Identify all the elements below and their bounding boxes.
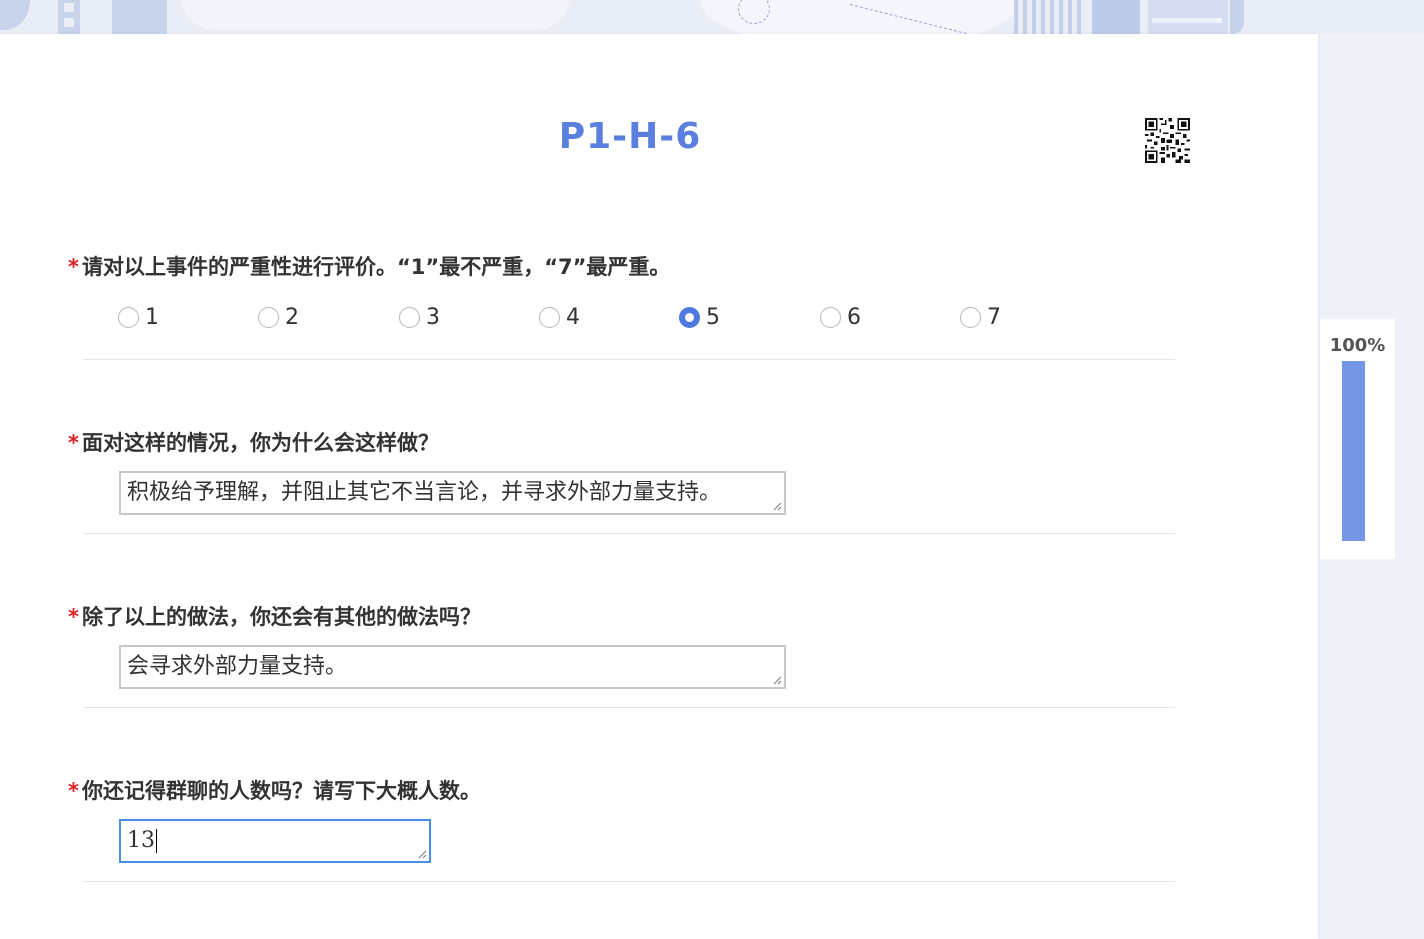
radio-label: 2: [285, 304, 299, 330]
question-title: * 你还记得群聊的人数吗？请写下大概人数。: [68, 778, 1175, 804]
radio-label: 4: [566, 304, 580, 330]
question-group-size: * 你还记得群聊的人数吗？请写下大概人数。: [68, 778, 1175, 804]
group-size-textarea[interactable]: 13: [119, 819, 431, 863]
question-text: 除了以上的做法，你还会有其他的做法吗？: [81, 605, 481, 629]
divider: [83, 707, 1175, 708]
question-other-actions: * 除了以上的做法，你还会有其他的做法吗？: [68, 604, 1175, 630]
radio-label: 3: [426, 304, 440, 330]
banner-decoration: [58, 0, 80, 34]
question-title: * 除了以上的做法，你还会有其他的做法吗？: [68, 604, 1175, 630]
radio-option-3[interactable]: 3: [399, 302, 440, 332]
radio-button[interactable]: [820, 306, 841, 328]
header-banner: [0, 0, 1424, 34]
divider: [83, 533, 1175, 534]
textarea-value: 积极给予理解，并阻止其它不当言论，并寻求外部力量支持。: [127, 480, 722, 505]
required-mark: *: [68, 779, 79, 803]
question-title: * 面对这样的情况，你为什么会这样做？: [68, 430, 1175, 456]
radio-label: 6: [847, 304, 861, 330]
qr-code-icon[interactable]: [1145, 118, 1190, 163]
text-caret: [156, 829, 157, 853]
textarea-value: 13: [127, 828, 155, 853]
question-reason: * 面对这样的情况，你为什么会这样做？: [68, 430, 1175, 456]
radio-button[interactable]: [399, 306, 420, 328]
question-text: 请对以上事件的严重性进行评价。“1”最不严重，“7”最严重。: [81, 255, 671, 279]
divider: [83, 359, 1175, 360]
required-mark: *: [68, 431, 79, 455]
question-title: * 请对以上事件的严重性进行评价。“1”最不严重，“7”最严重。: [68, 254, 1175, 280]
progress-panel: 100%: [1320, 319, 1395, 559]
radio-label: 5: [706, 304, 720, 330]
progress-track: [1342, 361, 1365, 541]
progress-percent: 100%: [1329, 335, 1386, 356]
resize-grip-icon[interactable]: [417, 849, 427, 859]
radio-label: 7: [987, 304, 1001, 330]
banner-decoration: [1092, 0, 1140, 34]
resize-grip-icon[interactable]: [772, 501, 782, 511]
survey-title: P1-H-6: [558, 116, 702, 157]
question-text: 面对这样的情况，你为什么会这样做？: [81, 431, 439, 455]
required-mark: *: [68, 255, 79, 279]
resize-grip-icon[interactable]: [772, 675, 782, 685]
banner-decoration: [0, 0, 30, 30]
banner-decoration: [1148, 0, 1228, 34]
radio-button[interactable]: [118, 306, 139, 328]
radio-button[interactable]: [679, 306, 700, 328]
banner-decoration: [112, 0, 167, 34]
required-mark: *: [68, 605, 79, 629]
radio-button[interactable]: [960, 306, 981, 328]
banner-decoration: [1230, 0, 1244, 34]
other-actions-textarea[interactable]: 会寻求外部力量支持。: [119, 645, 786, 689]
radio-button[interactable]: [258, 306, 279, 328]
radio-button[interactable]: [539, 306, 560, 328]
radio-option-5[interactable]: 5: [679, 302, 720, 332]
banner-decoration: [180, 0, 570, 30]
progress-fill: [1342, 361, 1365, 541]
radio-option-7[interactable]: 7: [960, 302, 1001, 332]
banner-decoration: [1014, 0, 1086, 34]
question-text: 你还记得群聊的人数吗？请写下大概人数。: [81, 779, 481, 803]
radio-option-1[interactable]: 1: [118, 302, 159, 332]
textarea-value: 会寻求外部力量支持。: [127, 654, 348, 679]
survey-card: P1-H-6 * 请对以上事件的严重性进行评价。“1”最不严重，“7”最严重。 1…: [0, 34, 1318, 939]
radio-option-4[interactable]: 4: [539, 302, 580, 332]
divider: [83, 881, 1175, 882]
reason-textarea[interactable]: 积极给予理解，并阻止其它不当言论，并寻求外部力量支持。: [119, 471, 786, 515]
radio-label: 1: [145, 304, 159, 330]
radio-option-6[interactable]: 6: [820, 302, 861, 332]
question-severity: * 请对以上事件的严重性进行评价。“1”最不严重，“7”最严重。: [68, 254, 1175, 280]
radio-option-2[interactable]: 2: [258, 302, 299, 332]
